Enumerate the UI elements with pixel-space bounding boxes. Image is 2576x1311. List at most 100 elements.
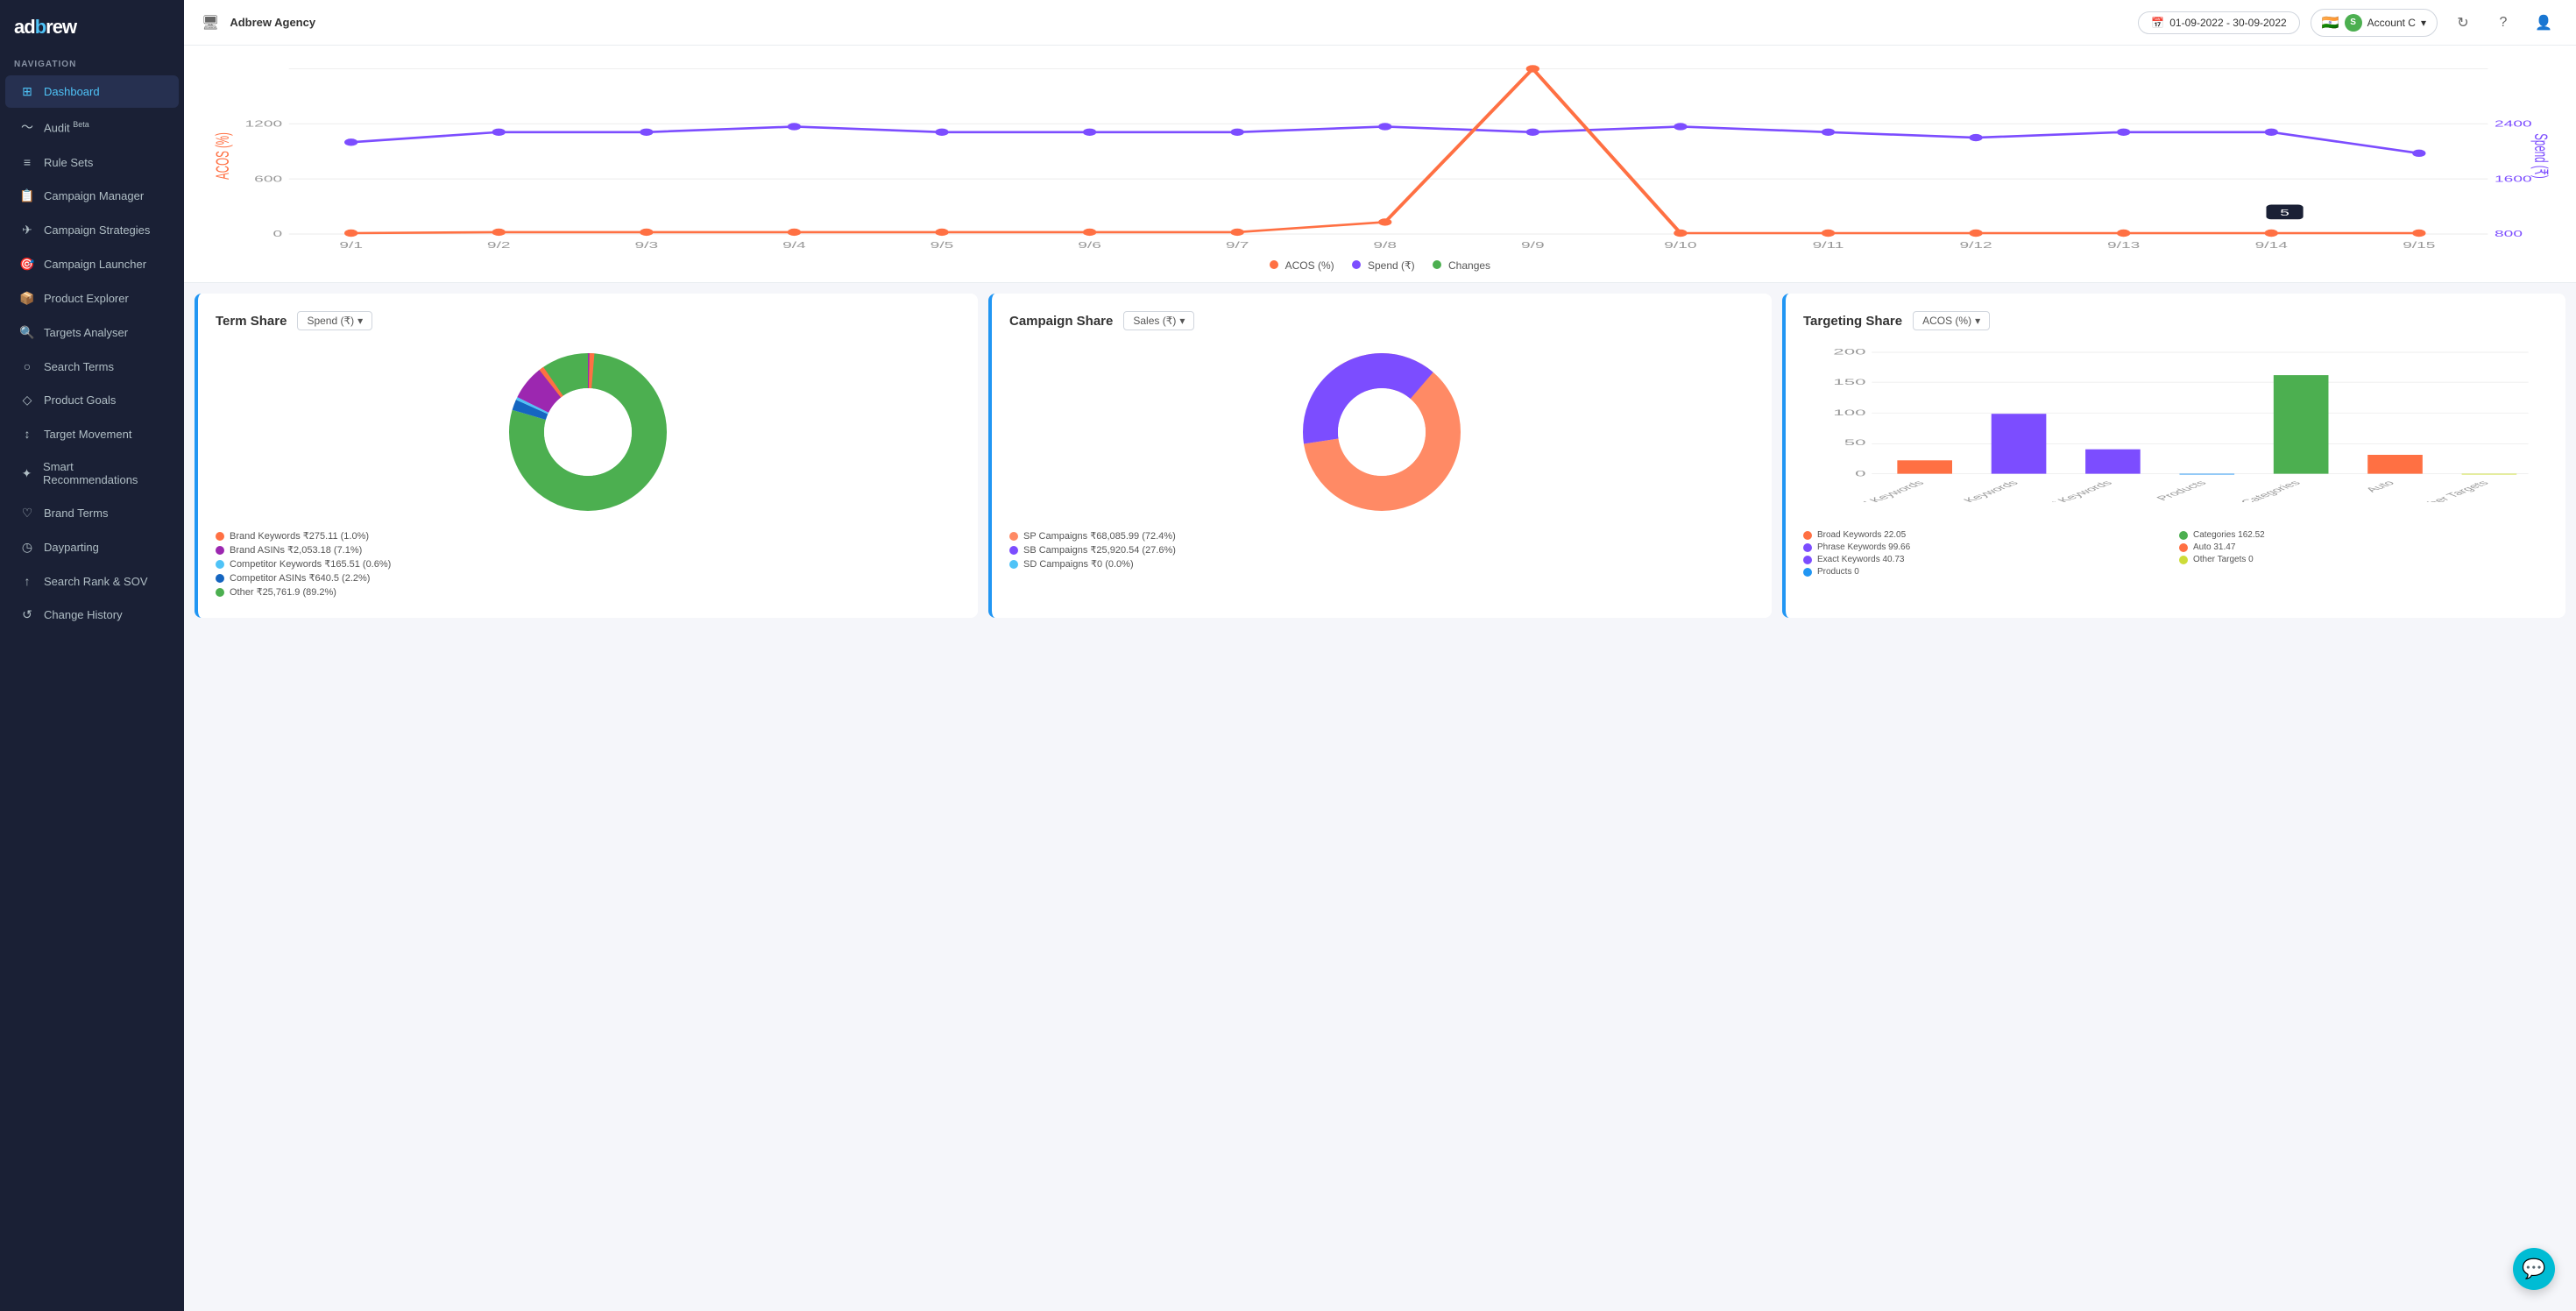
svg-text:9/8: 9/8 <box>1373 240 1397 251</box>
svg-text:Products: Products <box>2154 479 2210 502</box>
svg-text:1600: 1600 <box>2495 174 2532 185</box>
sidebar-item-label: Smart Recommendations <box>43 460 165 486</box>
campaign-share-filter-button[interactable]: Sales (₹) ▾ <box>1123 311 1194 330</box>
legend-item: Broad Keywords 22.05 <box>1803 530 2172 540</box>
bar-products <box>2179 474 2234 475</box>
audit-icon: 〜 <box>19 118 35 136</box>
sidebar-item-label: Search Rank & SOV <box>44 575 148 588</box>
svg-text:Auto: Auto <box>2362 479 2397 493</box>
acos-legend-item: ACOS (%) <box>1270 259 1334 272</box>
account-selector-button[interactable]: 🇮🇳 S Account C ▾ <box>2311 9 2438 37</box>
legend-color <box>1009 532 1018 541</box>
sidebar-item-smart-recommendations[interactable]: ✦ Smart Recommendations <box>5 451 179 495</box>
sidebar-item-dashboard[interactable]: ⊞ Dashboard <box>5 75 179 108</box>
calendar-icon: 📅 <box>2151 17 2164 29</box>
product-goals-icon: ◇ <box>19 393 35 407</box>
logo-rew: rew <box>46 16 76 38</box>
term-share-donut-wrapper <box>216 344 960 520</box>
svg-text:9/3: 9/3 <box>635 240 659 251</box>
svg-text:9/5: 9/5 <box>931 240 954 251</box>
line-chart-container: ACOS (%) Spend (₹) 0 600 1200 800 1600 <box>205 60 2555 252</box>
sidebar-item-change-history[interactable]: ↺ Change History <box>5 599 179 631</box>
refresh-button[interactable]: ↻ <box>2448 8 2478 38</box>
logo-b: b <box>35 16 46 38</box>
search-rank-icon: ↑ <box>19 574 35 588</box>
legend-color <box>2179 531 2188 540</box>
bar-other-targets <box>2462 474 2517 475</box>
targeting-share-filter-button[interactable]: ACOS (%) ▾ <box>1913 311 1990 330</box>
user-menu-button[interactable]: 👤 <box>2529 8 2558 38</box>
logo: adbrew <box>0 0 184 47</box>
sidebar-item-search-rank-sov[interactable]: ↑ Search Rank & SOV <box>5 565 179 597</box>
chart-legend: ACOS (%) Spend (₹) Changes <box>205 259 2555 272</box>
term-share-title: Term Share <box>216 314 287 329</box>
smart-recommendations-icon: ✦ <box>19 466 34 481</box>
bar-exact-keywords <box>2085 450 2141 474</box>
term-share-donut-svg <box>500 344 676 520</box>
agency-name: Adbrew Agency <box>230 16 315 29</box>
sidebar-item-product-goals[interactable]: ◇ Product Goals <box>5 384 179 416</box>
product-explorer-icon: 📦 <box>19 291 35 306</box>
svg-text:Phrase Keywords: Phrase Keywords <box>1922 479 2021 502</box>
svg-text:Exact Keywords: Exact Keywords <box>2024 479 2116 502</box>
sidebar-item-campaign-manager[interactable]: 📋 Campaign Manager <box>5 180 179 212</box>
sidebar-item-label: Dayparting <box>44 541 99 554</box>
logo-ad: ad <box>14 16 35 38</box>
svg-text:0: 0 <box>1855 469 1865 478</box>
sidebar-item-target-movement[interactable]: ↕ Target Movement <box>5 418 179 450</box>
legend-color <box>1009 560 1018 569</box>
term-share-legend: Brand Keywords ₹275.11 (1.0%) Brand ASIN… <box>216 530 960 598</box>
sidebar-item-label: Campaign Launcher <box>44 258 146 271</box>
sidebar-item-audit[interactable]: 〜 Audit Beta <box>5 110 179 145</box>
legend-item: SB Campaigns ₹25,920.54 (27.6%) <box>1009 544 1754 556</box>
sidebar-item-rule-sets[interactable]: ≡ Rule Sets <box>5 146 179 178</box>
spend-legend-item: Spend (₹) <box>1352 259 1415 272</box>
sidebar-item-targets-analyser[interactable]: 🔍 Targets Analyser <box>5 316 179 349</box>
term-share-filter-chevron: ▾ <box>357 315 363 327</box>
account-name: Account C <box>2367 17 2416 29</box>
campaign-share-donut-wrapper <box>1009 344 1754 520</box>
dayparting-icon: ◷ <box>19 540 35 555</box>
sidebar-item-brand-terms[interactable]: ♡ Brand Terms <box>5 497 179 529</box>
campaign-strategies-icon: ✈ <box>19 223 35 237</box>
svg-text:5: 5 <box>2280 208 2289 218</box>
svg-text:200: 200 <box>1833 348 1865 357</box>
svg-text:Spend (₹): Spend (₹) <box>2530 133 2551 178</box>
nav-section-label: NAVIGATION <box>0 47 184 74</box>
bar-broad-keywords <box>1897 460 1952 473</box>
line-chart-section: ACOS (%) Spend (₹) 0 600 1200 800 1600 <box>184 46 2576 283</box>
svg-text:150: 150 <box>1833 378 1865 386</box>
sidebar: adbrew NAVIGATION ⊞ Dashboard 〜 Audit Be… <box>0 0 184 1311</box>
campaign-launcher-icon: 🎯 <box>19 257 35 272</box>
legend-item: Phrase Keywords 99.66 <box>1803 542 2172 552</box>
bar-phrase-keywords <box>1992 414 2047 473</box>
changes-legend-dot <box>1433 260 1441 269</box>
topbar: 🖥 Adbrew Agency 📅 01-09-2022 - 30-09-202… <box>184 0 2576 46</box>
date-range-button[interactable]: 📅 01-09-2022 - 30-09-2022 <box>2138 11 2299 34</box>
line-chart-svg: ACOS (%) Spend (₹) 0 600 1200 800 1600 <box>205 60 2555 252</box>
svg-text:9/4: 9/4 <box>782 240 806 251</box>
sidebar-item-label: Campaign Strategies <box>44 223 150 237</box>
help-button[interactable]: ? <box>2488 8 2518 38</box>
sidebar-item-search-terms[interactable]: ○ Search Terms <box>5 351 179 382</box>
targeting-share-legend: Broad Keywords 22.05 Phrase Keywords 99.… <box>1803 530 2548 577</box>
legend-color <box>1803 556 1812 564</box>
svg-text:ACOS (%): ACOS (%) <box>212 132 233 180</box>
sidebar-item-label: Brand Terms <box>44 507 108 520</box>
bar-categories <box>2274 375 2329 473</box>
svg-text:600: 600 <box>254 174 282 185</box>
sidebar-item-label: Rule Sets <box>44 156 93 169</box>
sidebar-item-label: Targets Analyser <box>44 326 128 339</box>
sidebar-item-product-explorer[interactable]: 📦 Product Explorer <box>5 282 179 315</box>
dashboard-grid: Term Share Spend (₹) ▾ <box>195 294 2565 618</box>
term-share-filter-button[interactable]: Spend (₹) ▾ <box>297 311 372 330</box>
spend-legend-label: Spend (₹) <box>1368 259 1415 272</box>
sidebar-item-campaign-launcher[interactable]: 🎯 Campaign Launcher <box>5 248 179 280</box>
changes-legend-item: Changes <box>1433 259 1490 272</box>
account-avatar: S <box>2345 14 2362 32</box>
sidebar-item-dayparting[interactable]: ◷ Dayparting <box>5 531 179 563</box>
chat-bubble-button[interactable]: 💬 <box>2513 1248 2555 1290</box>
sidebar-item-campaign-strategies[interactable]: ✈ Campaign Strategies <box>5 214 179 246</box>
legend-color <box>1803 543 1812 552</box>
legend-color <box>2179 543 2188 552</box>
